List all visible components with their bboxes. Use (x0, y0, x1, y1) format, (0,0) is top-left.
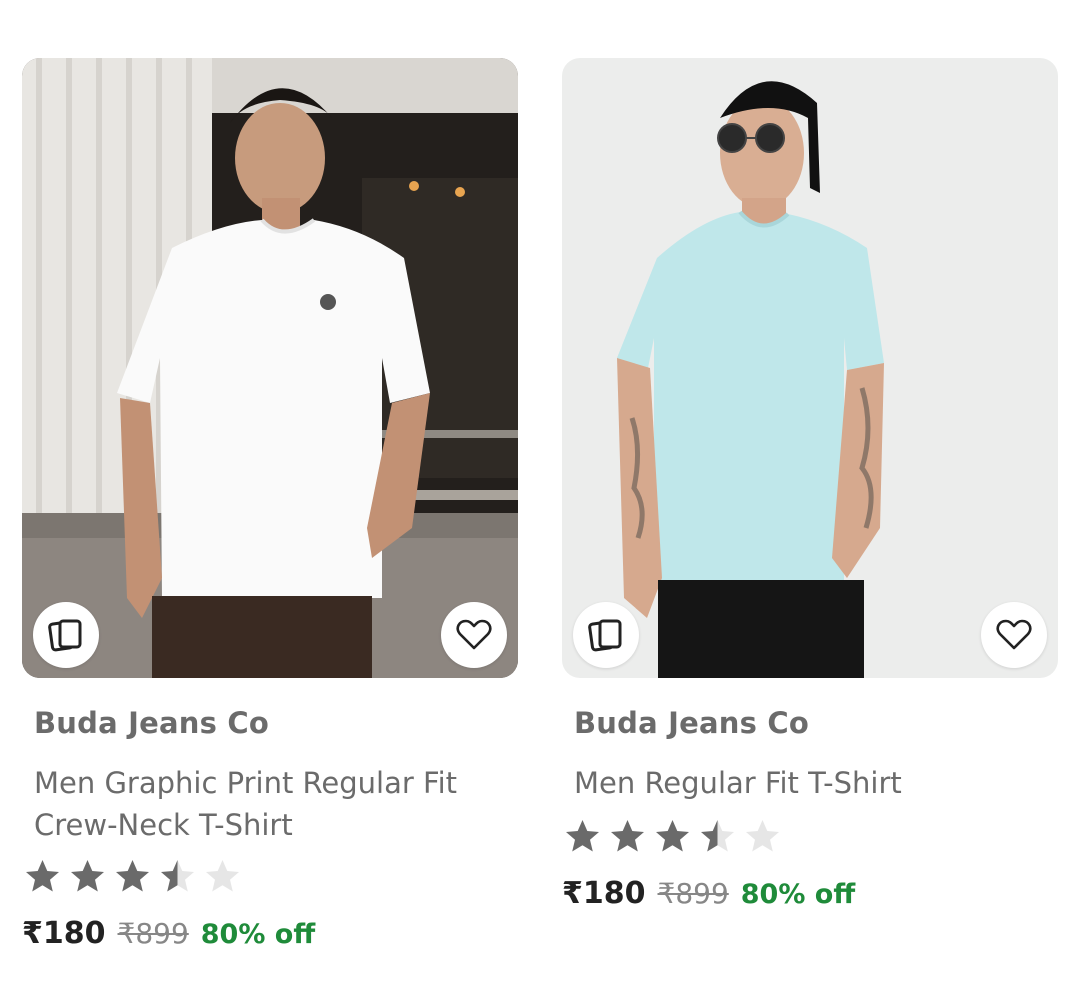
product-brand: Buda Jeans Co (34, 706, 270, 740)
star-icon (566, 820, 599, 852)
star-icon (116, 860, 149, 892)
original-price: ₹899 (117, 917, 189, 950)
product-card[interactable]: Buda Jeans Co Men Regular Fit T-Shirt ₹1… (562, 58, 1058, 911)
price-row: ₹180 ₹899 80% off (22, 916, 315, 951)
product-card[interactable]: Buda Jeans Co Men Graphic Print Regular … (22, 58, 518, 951)
similar-products-icon (588, 619, 622, 652)
product-title[interactable]: Men Graphic Print Regular Fit Crew-Neck … (34, 762, 504, 846)
heart-icon (996, 619, 1032, 650)
product-title[interactable]: Men Regular Fit T-Shirt (574, 762, 1044, 804)
similar-products-icon (48, 619, 82, 652)
star-icon (611, 820, 644, 852)
product-rating (24, 858, 241, 895)
star-icon (26, 860, 59, 892)
star-icon (746, 820, 779, 852)
product-photo-light-blue-tshirt (562, 58, 1058, 678)
product-image[interactable] (562, 58, 1058, 678)
discount-label: 80% off (740, 879, 856, 910)
star-icon (161, 860, 194, 892)
product-title-line: Men Regular Fit T-Shirt (574, 766, 902, 800)
wishlist-button[interactable] (981, 602, 1047, 668)
heart-icon (456, 619, 492, 650)
star-icon (206, 860, 239, 892)
product-photo-white-tshirt (22, 58, 518, 678)
selling-price: ₹180 (562, 876, 646, 911)
star-icon (71, 860, 104, 892)
discount-label: 80% off (200, 919, 316, 950)
price-row: ₹180 ₹899 80% off (562, 876, 855, 911)
star-icon (656, 820, 689, 852)
product-image[interactable] (22, 58, 518, 678)
star-icon (701, 820, 734, 852)
product-brand: Buda Jeans Co (574, 706, 810, 740)
product-title-line: Men Graphic Print Regular Fit (34, 766, 458, 800)
wishlist-button[interactable] (441, 602, 507, 668)
similar-products-button[interactable] (33, 602, 99, 668)
similar-products-button[interactable] (573, 602, 639, 668)
selling-price: ₹180 (22, 916, 106, 951)
original-price: ₹899 (657, 877, 729, 910)
product-grid: Buda Jeans Co Men Graphic Print Regular … (0, 0, 1079, 987)
product-title-line: Crew-Neck T-Shirt (34, 808, 293, 842)
product-rating (564, 818, 781, 855)
